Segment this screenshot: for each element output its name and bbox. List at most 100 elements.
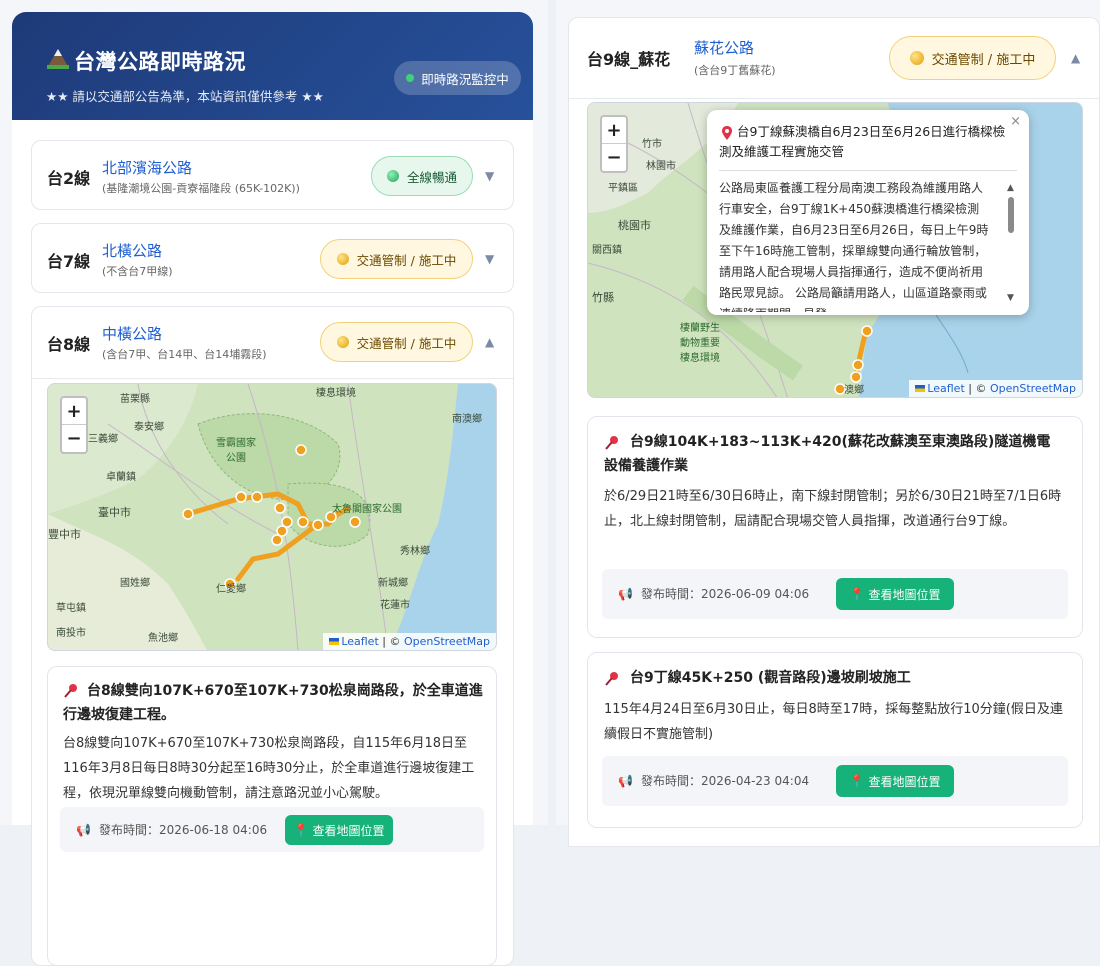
view-map-label: 查看地圖位置 — [312, 823, 385, 838]
announcement-body: 於6/29日21時至6/30日6時止，南下線封閉管制；另於6/30日21時至7/… — [604, 489, 1062, 529]
zoom-in-button[interactable]: + — [602, 117, 626, 144]
chevron-down-icon[interactable]: ▼ — [485, 169, 494, 183]
map-label: 關西鎮 — [592, 245, 622, 256]
map-label: 豐中市 — [48, 528, 81, 541]
status-label: 交通管制 / 施工中 — [356, 335, 457, 351]
live-monitor-badge: 即時路況監控中 — [394, 61, 521, 95]
map-label: 南投市 — [56, 628, 86, 639]
map-attribution: Leaflet | © OpenStreetMap — [909, 380, 1082, 397]
map-label: 花蓮市 — [380, 600, 410, 611]
announcement-footer: 📢 發布時間：2026-04-23 04:04 📍 查看地圖位置 — [602, 756, 1068, 806]
status-label: 交通管制 / 施工中 — [931, 52, 1036, 68]
route-name-link[interactable]: 北部濱海公路 — [102, 157, 192, 178]
route-card-tai2[interactable]: 台2線 北部濱海公路 (基隆潮境公園-貢寮福隆段 (65K-102K)) 全線暢… — [31, 140, 514, 210]
map-label: 竹市 — [642, 139, 662, 150]
status-dot-icon — [336, 253, 349, 265]
announcement-body: 115年4月24日至6月30日止，每日8時至17時，採每整點放行10分鐘(假日及… — [604, 702, 1063, 742]
map-label: 魚池鄉 — [148, 633, 178, 644]
popup-divider — [719, 170, 1017, 171]
announcement-title: 台8線雙向107K+670至107K+730松泉崗路段，於全車道進行邊坡復建工程… — [63, 683, 483, 723]
map-label: 臺中市 — [98, 506, 131, 519]
route-code: 台8線 — [47, 335, 91, 354]
scroll-up-icon[interactable]: ▲ — [1007, 183, 1014, 193]
zoom-control: + − — [60, 396, 88, 454]
map-label: 卓蘭鎮 — [106, 472, 136, 483]
osm-link[interactable]: OpenStreetMap — [404, 635, 490, 648]
view-map-button[interactable]: 📍 查看地圖位置 — [285, 815, 393, 845]
map-label: 太魯閣國家公園 — [332, 504, 402, 515]
map-label: 秀林鄉 — [400, 546, 430, 557]
publish-time: 📢 發布時間：2026-06-09 04:06 — [618, 585, 809, 602]
leaflet-link[interactable]: Leaflet — [927, 382, 964, 395]
map-label: 澳鄉 — [844, 385, 864, 396]
map-label: 國姓鄉 — [120, 578, 150, 589]
route-name-link[interactable]: 北橫公路 — [102, 240, 162, 261]
mountain-road-icon — [47, 49, 69, 69]
map-label: 雪霸國家公園 — [216, 438, 256, 464]
map-label: 平鎮區 — [608, 183, 638, 194]
route-note: (基隆潮境公園-貢寮福隆段 (65K-102K)) — [102, 182, 300, 195]
app-subtitle: ★★ 請以交通部公告為準，本站資訊僅供參考 ★★ — [46, 89, 324, 104]
popup-title: 台9丁線蘇澳橋自6月23日至6月26日進行橋樑檢測及維護工程實施交管 — [719, 124, 1006, 159]
publish-time: 📢 發布時間：2026-04-23 04:04 — [618, 772, 809, 789]
divider — [32, 378, 513, 379]
chevron-up-icon[interactable]: ▲ — [485, 335, 494, 349]
app-header: 台灣公路即時路況 ★★ 請以交通部公告為準，本站資訊僅供參考 ★★ 即時路況監控… — [12, 12, 533, 120]
chevron-up-icon[interactable]: ▲ — [1071, 51, 1080, 65]
popup-body: 公路局東區養護工程分局南澳工務段為維護用路人行車安全，台9丁線1K+450蘇澳橋… — [719, 181, 989, 312]
divider — [569, 98, 1099, 99]
location-pin-icon: 📍 — [849, 774, 865, 788]
status-label: 全線暢通 — [406, 169, 457, 185]
map-label: 桃園市 — [618, 219, 651, 232]
route-map[interactable]: 苗栗縣 泰安鄉 三義鄉 雪霸國家公園 卓蘭鎮 臺中市 豐中市 國姓鄉 草屯鎮 南… — [47, 383, 497, 651]
close-icon[interactable]: × — [1010, 114, 1021, 129]
map-label: 棲息環境 — [316, 388, 356, 399]
announcement-title: 台9丁線45K+250 (觀音路段)邊坡刷坡施工 — [630, 670, 911, 686]
map-label: 仁愛鄉 — [216, 584, 246, 595]
announcement-card: 台9線104K+183~113K+420(蘇花改蘇澳至東澳路段)隧道機電設備養護… — [587, 416, 1083, 638]
status-dot-icon — [386, 170, 399, 182]
view-map-button[interactable]: 📍 查看地圖位置 — [836, 578, 954, 610]
left-panel: 台灣公路即時路況 ★★ 請以交通部公告為準，本站資訊僅供參考 ★★ 即時路況監控… — [0, 0, 548, 966]
map-label: 棲蘭野生動物重要棲息環境 — [680, 323, 720, 364]
map-label: 三義鄉 — [88, 434, 118, 445]
zoom-out-button[interactable]: − — [602, 144, 626, 171]
popup-scrollbar[interactable]: ▲ ▼ — [1007, 183, 1015, 303]
zoom-out-button[interactable]: − — [62, 425, 86, 452]
route-name-link[interactable]: 蘇花公路 — [694, 37, 754, 58]
route-map[interactable]: 竹市 林園市 平鎮區 桃園市 關西鎮 竹縣 棲蘭野生動物重要棲息環境 澳鄉 + … — [587, 102, 1083, 398]
zoom-control: + − — [600, 115, 628, 173]
route-note: (不含台7甲線) — [102, 265, 173, 278]
status-badge: 全線暢通 — [371, 156, 473, 196]
scroll-down-icon[interactable]: ▼ — [1007, 293, 1014, 303]
map-label: 苗栗縣 — [120, 394, 150, 405]
leaflet-link[interactable]: Leaflet — [341, 635, 378, 648]
osm-link[interactable]: OpenStreetMap — [990, 382, 1076, 395]
route-card-tai9: 台9線_蘇花 蘇花公路 (含台9丁舊蘇花) 交通管制 / 施工中 ▲ 竹市 林園… — [568, 17, 1100, 847]
map-label: 泰安鄉 — [134, 422, 164, 433]
route-note: (含台9丁舊蘇花) — [694, 64, 776, 77]
map-attribution: Leaflet | © OpenStreetMap — [323, 633, 496, 650]
flag-icon — [915, 385, 926, 392]
status-dot-icon — [336, 336, 349, 348]
megaphone-icon: 📢 — [618, 773, 633, 788]
live-monitor-label: 即時路況監控中 — [421, 71, 509, 87]
route-name-link[interactable]: 中橫公路 — [102, 323, 162, 344]
route-code: 台7線 — [47, 252, 91, 271]
map-label: 新城鄉 — [378, 578, 408, 589]
map-label: 竹縣 — [592, 291, 614, 304]
view-map-button[interactable]: 📍 查看地圖位置 — [836, 765, 954, 797]
map-popup: × 台9丁線蘇澳橋自6月23日至6月26日進行橋樑檢測及維護工程實施交管 公路局… — [707, 110, 1029, 315]
route-list: 台2線 北部濱海公路 (基隆潮境公園-貢寮福隆段 (65K-102K)) 全線暢… — [12, 120, 533, 966]
app-title: 台灣公路即時路況 — [74, 50, 246, 74]
announcement-title: 台9線104K+183~113K+420(蘇花改蘇澳至東澳路段)隧道機電設備養護… — [604, 434, 1051, 474]
map-label: 林園市 — [646, 161, 676, 172]
view-map-label: 查看地圖位置 — [868, 774, 941, 789]
publish-time-label: 發布時間：2026-06-09 04:06 — [640, 587, 810, 601]
chevron-down-icon[interactable]: ▼ — [485, 252, 494, 266]
status-label: 交通管制 / 施工中 — [356, 252, 457, 268]
scroll-thumb[interactable] — [1008, 197, 1014, 233]
pushpin-icon — [605, 672, 618, 686]
route-card-tai7[interactable]: 台7線 北橫公路 (不含台7甲線) 交通管制 / 施工中 ▼ — [31, 223, 514, 293]
zoom-in-button[interactable]: + — [62, 398, 86, 425]
